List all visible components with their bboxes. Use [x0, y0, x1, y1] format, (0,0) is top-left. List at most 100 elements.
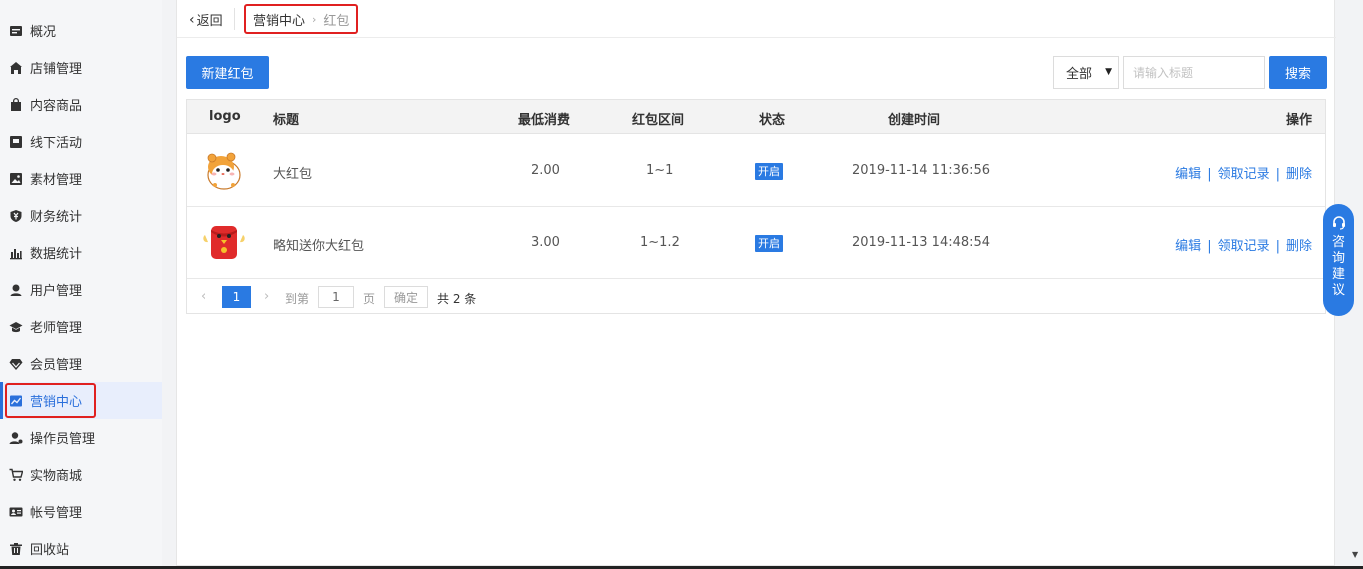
goto-page-input[interactable]: [318, 286, 354, 308]
consult-label: 咨询建议: [1331, 235, 1345, 298]
sidebar-item-marketing[interactable]: 营销中心: [0, 382, 162, 419]
cell-min-spend: 3.00: [531, 235, 560, 250]
filter-value: 全部: [1066, 67, 1093, 82]
divider: [234, 8, 235, 30]
table-row: 大红包 2.00 1~1 开启 2019-11-14 11:36:56 编辑 | 领…: [187, 135, 1325, 207]
sidebar-item-finance[interactable]: 财务统计: [0, 197, 162, 234]
delete-link[interactable]: 删除: [1286, 239, 1312, 254]
image-icon: [9, 172, 23, 186]
sidebar-item-label: 会员管理: [30, 358, 83, 373]
cell-title: 略知送你大红包: [273, 239, 365, 254]
new-red-packet-button[interactable]: 新建红包: [186, 56, 269, 89]
search-button[interactable]: 搜索: [1269, 56, 1327, 89]
pagination: ‹ 1 › 到第 页 确定 共 2 条: [187, 280, 1325, 314]
sidebar-item-materials[interactable]: 素材管理: [0, 160, 162, 197]
cell-title: 大红包: [273, 167, 313, 182]
column-header-range: 红包区间: [632, 113, 685, 128]
bar-chart-icon: [9, 246, 23, 260]
status-filter-select[interactable]: 全部 ▼: [1053, 56, 1119, 89]
status-badge: 开启: [755, 163, 783, 180]
column-header-min-spend: 最低消费: [518, 113, 571, 128]
sidebar-item-label: 营销中心: [30, 395, 83, 410]
delete-link[interactable]: 删除: [1286, 167, 1312, 182]
sidebar-item-recycle-bin[interactable]: 回收站: [0, 530, 162, 567]
sidebar-item-store[interactable]: 店铺管理: [0, 49, 162, 86]
prev-page-icon[interactable]: ‹: [201, 289, 206, 304]
hamster-logo: [207, 152, 241, 190]
red-envelope-logo: [203, 226, 245, 259]
trash-icon: [9, 542, 23, 556]
sidebar-item-label: 老师管理: [30, 321, 83, 336]
sidebar-item-label: 回收站: [30, 543, 70, 558]
records-link[interactable]: 领取记录: [1218, 167, 1270, 182]
cell-created: 2019-11-14 11:36:56: [852, 163, 991, 178]
sidebar-item-label: 数据统计: [30, 247, 83, 262]
goto-confirm-button[interactable]: 确定: [384, 286, 428, 308]
sidebar-item-label: 线下活动: [30, 136, 83, 151]
sidebar-item-label: 帐号管理: [30, 506, 83, 521]
store-icon: [9, 61, 23, 75]
sidebar-item-offline-events[interactable]: 线下活动: [0, 123, 162, 160]
sidebar-item-account[interactable]: 帐号管理: [0, 493, 162, 530]
table-row: 略知送你大红包 3.00 1~1.2 开启 2019-11-13 14:48:5…: [187, 207, 1325, 279]
next-page-icon[interactable]: ›: [264, 289, 269, 304]
sidebar-item-physical-mall[interactable]: 实物商城: [0, 456, 162, 493]
breadcrumb-item-marketing[interactable]: 营销中心: [253, 10, 305, 29]
caret-down-icon: ▼: [1105, 67, 1112, 77]
status-badge: 开启: [755, 235, 783, 252]
top-bar: ‹ 返回 营销中心 › 红包: [177, 0, 1336, 38]
id-card-icon: [9, 505, 23, 519]
row-actions: 编辑 | 领取记录 | 删除: [1175, 235, 1312, 254]
separator: |: [1275, 167, 1280, 182]
graduation-cap-icon: [9, 320, 23, 334]
bag-icon: [9, 97, 23, 112]
page-button-current[interactable]: 1: [222, 286, 251, 308]
edit-link[interactable]: 编辑: [1175, 239, 1201, 254]
sidebar-item-operators[interactable]: 操作员管理: [0, 419, 162, 456]
total-count: 共 2 条: [437, 292, 477, 306]
cart-icon: [9, 468, 23, 482]
overview-icon: [9, 24, 23, 38]
chevron-right-icon: ›: [312, 13, 317, 26]
main-panel: ‹ 返回 营销中心 › 红包 新建红包 全部 ▼ 搜索 logo 标题 最低消费…: [176, 0, 1336, 566]
headset-icon: [1332, 216, 1345, 230]
consult-suggestion-button[interactable]: 咨询建议: [1323, 204, 1354, 316]
scroll-down-icon[interactable]: ▼: [1352, 550, 1358, 559]
search-input[interactable]: [1123, 56, 1265, 89]
sidebar-item-overview[interactable]: 概况: [0, 12, 162, 49]
separator: |: [1207, 239, 1212, 254]
row-actions: 编辑 | 领取记录 | 删除: [1175, 163, 1312, 182]
operator-icon: [9, 431, 23, 445]
separator: |: [1207, 167, 1212, 182]
sidebar-item-label: 财务统计: [30, 210, 83, 225]
sidebar-item-label: 店铺管理: [30, 62, 83, 77]
breadcrumb-item-current: 红包: [323, 14, 350, 29]
cell-min-spend: 2.00: [531, 163, 560, 178]
diamond-icon: [9, 357, 23, 371]
back-button[interactable]: ‹ 返回: [189, 10, 223, 30]
sidebar-item-content-goods[interactable]: 内容商品: [0, 86, 162, 123]
sidebar-item-label: 实物商城: [30, 469, 83, 484]
edit-link[interactable]: 编辑: [1175, 167, 1201, 182]
yen-shield-icon: [9, 209, 23, 223]
sidebar-item-members[interactable]: 会员管理: [0, 345, 162, 382]
sidebar-item-label: 操作员管理: [30, 432, 96, 447]
column-header-logo: logo: [209, 109, 241, 124]
column-header-status: 状态: [759, 113, 786, 128]
sidebar-item-label: 素材管理: [30, 173, 83, 188]
records-link[interactable]: 领取记录: [1218, 239, 1270, 254]
sidebar-item-teachers[interactable]: 老师管理: [0, 308, 162, 345]
trend-chart-icon: [9, 394, 23, 408]
cell-range: 1~1: [646, 163, 674, 178]
column-header-created: 创建时间: [888, 113, 941, 128]
sidebar-item-data-stats[interactable]: 数据统计: [0, 234, 162, 271]
sidebar-item-label: 用户管理: [30, 284, 83, 299]
sidebar: 概况 店铺管理 内容商品 线下活动 素材管理 财务统计 数据统计 用户管理 老师…: [0, 0, 162, 566]
cell-created: 2019-11-13 14:48:54: [852, 235, 991, 250]
back-label: 返回: [196, 14, 223, 29]
sidebar-item-label: 内容商品: [30, 99, 83, 114]
separator: |: [1275, 239, 1280, 254]
sidebar-item-users[interactable]: 用户管理: [0, 271, 162, 308]
cell-range: 1~1.2: [640, 235, 680, 250]
column-header-actions: 操作: [1285, 113, 1312, 128]
